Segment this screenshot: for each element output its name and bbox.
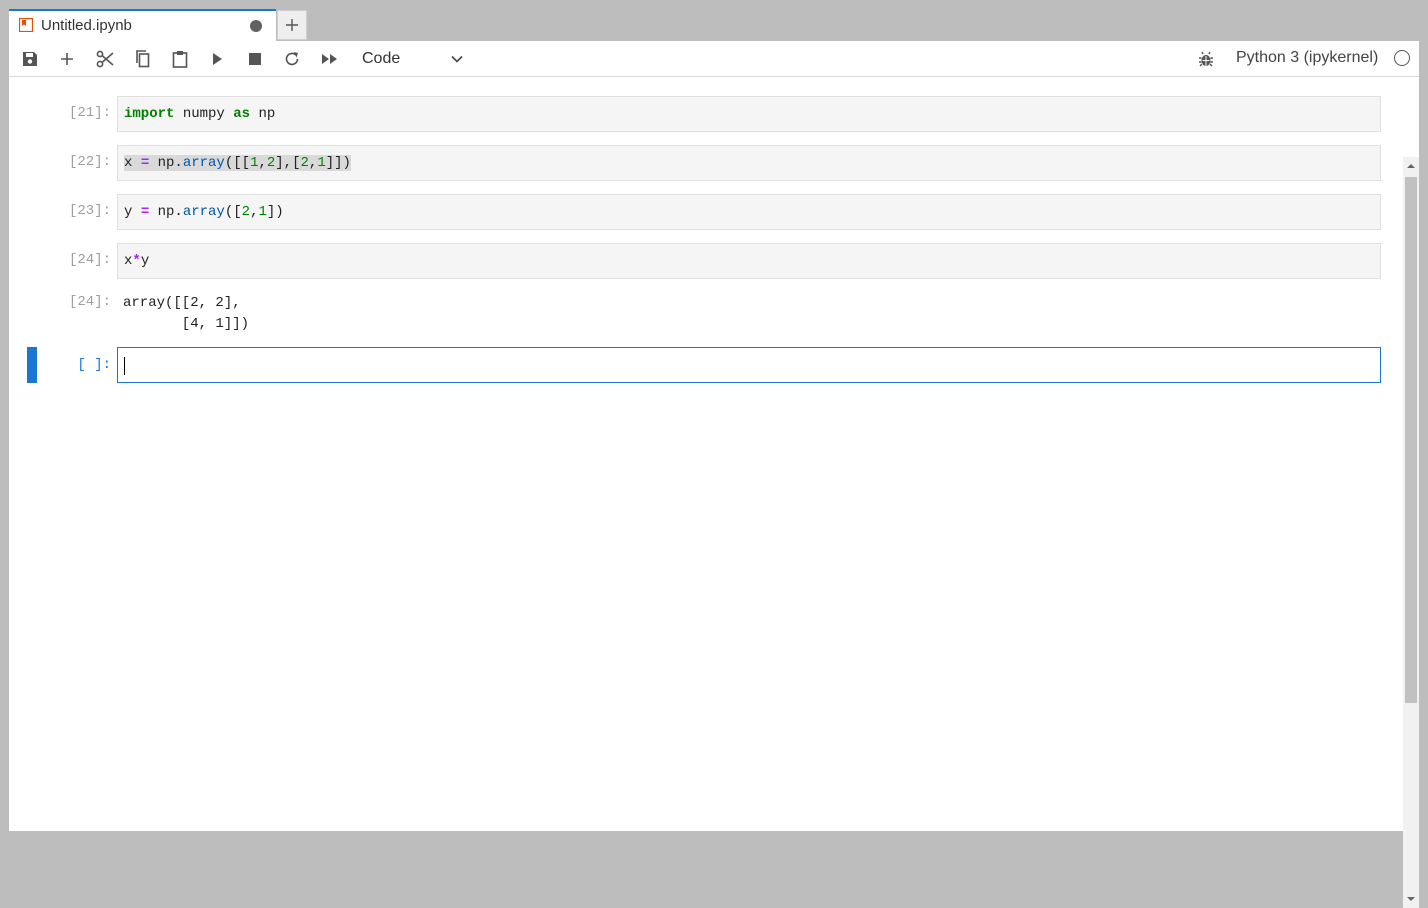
scroll-thumb[interactable] bbox=[1405, 177, 1417, 703]
run-icon bbox=[213, 53, 222, 65]
unsaved-indicator-icon[interactable] bbox=[250, 20, 262, 32]
save-icon bbox=[23, 52, 37, 66]
debugger-button[interactable] bbox=[1194, 47, 1218, 71]
paste-icon bbox=[172, 51, 188, 68]
notebook-toolbar: Code Python 3 (ipykernel) bbox=[9, 41, 1419, 77]
cell-editor[interactable]: x = np.array([[1,2],[2,1]]) bbox=[117, 145, 1381, 181]
cut-icon bbox=[96, 50, 114, 68]
output-line: array([[2, 2], bbox=[123, 295, 241, 311]
paste-button[interactable] bbox=[168, 47, 192, 71]
new-tab-button[interactable] bbox=[277, 10, 307, 40]
cell-type-select[interactable]: Code bbox=[354, 47, 464, 71]
tab-title: Untitled.ipynb bbox=[41, 17, 132, 34]
interrupt-button[interactable] bbox=[243, 47, 267, 71]
active-cell-editor[interactable] bbox=[117, 347, 1381, 383]
tab-bar: Untitled.ipynb bbox=[0, 0, 1428, 41]
notebook-panel: [21]: import numpy as np [22]: x = np.ar… bbox=[9, 77, 1419, 908]
notebook-tab[interactable]: Untitled.ipynb bbox=[9, 9, 276, 41]
output-prompt: [24]: bbox=[68, 294, 111, 310]
restart-icon bbox=[285, 52, 299, 66]
run-button[interactable] bbox=[205, 47, 229, 71]
run-all-button[interactable] bbox=[318, 47, 342, 71]
cell-prompt: [24]: bbox=[68, 252, 111, 268]
add-cell-button[interactable] bbox=[55, 47, 79, 71]
add-icon bbox=[61, 53, 73, 65]
restart-button[interactable] bbox=[280, 47, 304, 71]
save-button[interactable] bbox=[18, 47, 42, 71]
cut-button[interactable] bbox=[93, 47, 117, 71]
output-line: [4, 1]]) bbox=[123, 316, 250, 332]
cell-type-label: Code bbox=[362, 50, 401, 67]
fast-forward-icon bbox=[322, 54, 337, 64]
chevron-down-icon bbox=[451, 55, 463, 63]
bug-icon bbox=[1199, 51, 1213, 67]
output-text: array([[2, 2], [4, 1]]) bbox=[123, 293, 249, 335]
cell-prompt: [22]: bbox=[68, 154, 111, 170]
cell-prompt: [21]: bbox=[68, 105, 111, 121]
plus-icon bbox=[286, 19, 298, 31]
stop-icon bbox=[249, 53, 261, 65]
text-cursor bbox=[124, 357, 125, 375]
copy-icon bbox=[136, 50, 150, 68]
scroll-up-icon[interactable] bbox=[1406, 161, 1416, 171]
cell-prompt: [ ]: bbox=[77, 357, 111, 373]
cell-editor[interactable]: y = np.array([2,1]) bbox=[117, 194, 1381, 230]
kernel-name[interactable]: Python 3 (ipykernel) bbox=[1236, 49, 1378, 67]
notebook-icon bbox=[18, 17, 34, 33]
cell-editor[interactable]: import numpy as np bbox=[117, 96, 1381, 132]
cell-prompt: [23]: bbox=[68, 203, 111, 219]
vertical-scrollbar[interactable] bbox=[1403, 157, 1419, 908]
scroll-down-icon[interactable] bbox=[1406, 894, 1416, 904]
copy-button[interactable] bbox=[130, 47, 154, 71]
cell-editor[interactable]: x*y bbox=[117, 243, 1381, 279]
kernel-status-icon bbox=[1394, 50, 1410, 66]
